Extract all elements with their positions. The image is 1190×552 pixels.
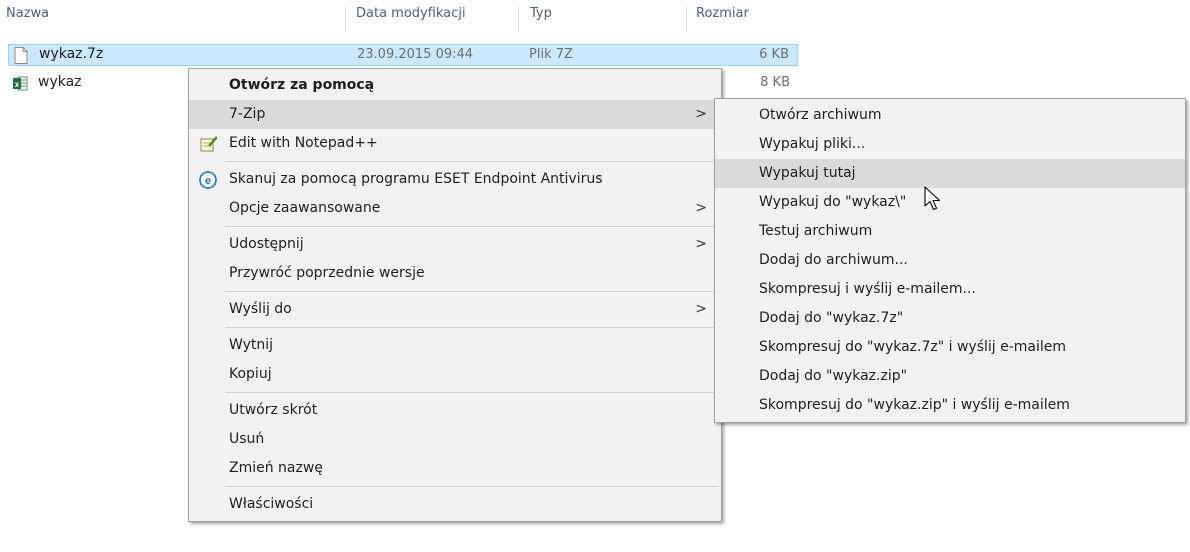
menu-item-label: Zmień nazwę	[229, 460, 323, 476]
chevron-right-icon: >	[695, 301, 707, 317]
file-name: wykaz.7z	[39, 46, 104, 62]
file-date: 23.09.2015 09:44	[357, 47, 474, 62]
column-header-bar: Nazwa Data modyfikacji Typ Rozmiar	[0, 0, 800, 36]
menu-item-copy[interactable]: Kopiuj	[189, 360, 721, 389]
menu-item-delete[interactable]: Usuń	[189, 425, 721, 454]
menu-item-rename[interactable]: Zmień nazwę	[189, 454, 721, 483]
menu-item-label: Wytnij	[229, 337, 274, 353]
menu-item-label: Testuj archiwum	[759, 223, 873, 239]
menu-item-label: Właściwości	[229, 496, 314, 512]
chevron-right-icon: >	[695, 236, 707, 252]
menu-item-label: Otwórz archiwum	[759, 107, 882, 123]
submenu-item-extract-to[interactable]: Wypakuj do "wykaz\"	[715, 188, 1185, 217]
menu-item-7zip[interactable]: 7-Zip >	[189, 100, 721, 129]
menu-item-label: Wypakuj do "wykaz\"	[759, 194, 907, 210]
menu-item-label: Skanuj za pomocą programu ESET Endpoint …	[229, 171, 603, 187]
submenu-item-extract-files[interactable]: Wypakuj pliki...	[715, 130, 1185, 159]
column-divider[interactable]	[686, 4, 687, 32]
chevron-right-icon: >	[695, 200, 707, 216]
menu-item-advanced[interactable]: Opcje zaawansowane >	[189, 194, 721, 223]
menu-separator	[225, 327, 719, 328]
menu-item-properties[interactable]: Właściwości	[189, 490, 721, 519]
column-header-name[interactable]: Nazwa	[6, 6, 49, 21]
menu-item-open-with[interactable]: Otwórz za pomocą	[189, 71, 721, 100]
eset-icon: e	[199, 171, 217, 189]
submenu-item-open-archive[interactable]: Otwórz archiwum	[715, 101, 1185, 130]
file-name: wykaz	[38, 74, 82, 90]
menu-item-cut[interactable]: Wytnij	[189, 331, 721, 360]
menu-separator	[225, 291, 719, 292]
submenu-item-add-to-archive[interactable]: Dodaj do archiwum...	[715, 246, 1185, 275]
menu-item-label: Przywróć poprzednie wersje	[229, 265, 425, 281]
menu-item-label: Dodaj do "wykaz.zip"	[759, 368, 908, 384]
context-menu: Otwórz za pomocą 7-Zip > Edit with Notep…	[188, 68, 722, 522]
file-icon	[14, 47, 28, 64]
submenu-item-add-to-zip[interactable]: Dodaj do "wykaz.zip"	[715, 362, 1185, 391]
column-divider[interactable]	[345, 4, 346, 32]
file-size: 8 KB	[760, 75, 790, 90]
menu-separator	[225, 161, 719, 162]
menu-item-create-shortcut[interactable]: Utwórz skrót	[189, 396, 721, 425]
menu-item-label: Utwórz skrót	[229, 402, 318, 418]
menu-item-eset-scan[interactable]: e Skanuj za pomocą programu ESET Endpoin…	[189, 165, 721, 194]
file-size: 6 KB	[759, 47, 789, 62]
menu-item-label: Skompresuj do "wykaz.zip" i wyślij e-mai…	[759, 397, 1070, 413]
column-divider[interactable]	[518, 4, 519, 32]
submenu-item-add-to-7z[interactable]: Dodaj do "wykaz.7z"	[715, 304, 1185, 333]
menu-item-label: Udostępnij	[229, 236, 304, 252]
menu-item-label: Wypakuj pliki...	[759, 136, 866, 152]
notepad-icon	[200, 136, 217, 152]
column-header-date[interactable]: Data modyfikacji	[356, 6, 466, 21]
menu-item-restore[interactable]: Przywróć poprzednie wersje	[189, 259, 721, 288]
menu-item-share[interactable]: Udostępnij >	[189, 230, 721, 259]
menu-item-label: Wypakuj tutaj	[759, 165, 856, 181]
menu-item-label: Kopiuj	[229, 366, 272, 382]
menu-item-label: Dodaj do "wykaz.7z"	[759, 310, 904, 326]
file-type: Plik 7Z	[529, 47, 573, 62]
menu-separator	[225, 486, 719, 487]
submenu-item-extract-here[interactable]: Wypakuj tutaj	[715, 159, 1185, 188]
menu-item-label: Skompresuj do "wykaz.7z" i wyślij e-mail…	[759, 339, 1067, 355]
submenu-item-compress-email[interactable]: Skompresuj i wyślij e-mailem...	[715, 275, 1185, 304]
menu-item-label: Otwórz za pomocą	[229, 77, 375, 93]
menu-separator	[225, 392, 719, 393]
submenu-item-compress-zip-email[interactable]: Skompresuj do "wykaz.zip" i wyślij e-mai…	[715, 391, 1185, 420]
chevron-right-icon: >	[695, 106, 707, 122]
submenu-item-test-archive[interactable]: Testuj archiwum	[715, 217, 1185, 246]
menu-item-label: Edit with Notepad++	[229, 135, 378, 151]
menu-item-label: Dodaj do archiwum...	[759, 252, 908, 268]
file-row[interactable]: wykaz.7z 23.09.2015 09:44 Plik 7Z 6 KB	[8, 44, 798, 66]
menu-item-label: 7-Zip	[229, 106, 266, 122]
menu-item-label: Skompresuj i wyślij e-mailem...	[759, 281, 976, 297]
svg-text:e: e	[205, 175, 211, 187]
column-header-size[interactable]: Rozmiar	[696, 6, 749, 21]
submenu-item-compress-7z-email[interactable]: Skompresuj do "wykaz.7z" i wyślij e-mail…	[715, 333, 1185, 362]
column-header-type[interactable]: Typ	[530, 6, 552, 21]
menu-item-label: Wyślij do	[229, 301, 292, 317]
svg-text:x: x	[15, 80, 20, 89]
menu-item-edit-notepad[interactable]: Edit with Notepad++	[189, 129, 721, 158]
menu-item-send-to[interactable]: Wyślij do >	[189, 295, 721, 324]
menu-item-label: Usuń	[229, 431, 265, 447]
mouse-cursor-icon	[924, 186, 941, 211]
excel-icon: x	[13, 76, 28, 91]
7zip-submenu: Otwórz archiwum Wypakuj pliki... Wypakuj…	[714, 98, 1186, 423]
menu-item-label: Opcje zaawansowane	[229, 200, 381, 216]
menu-separator	[225, 226, 719, 227]
